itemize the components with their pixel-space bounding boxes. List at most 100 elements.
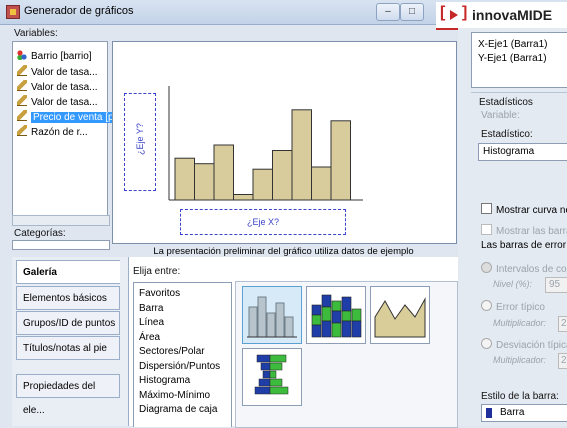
preview-bar — [233, 194, 254, 201]
std-dev-radio[interactable] — [481, 338, 492, 349]
x-axis-drop-zone[interactable]: ¿Eje X? — [180, 209, 346, 235]
y-axis-drop-zone[interactable]: ¿Eje Y? — [124, 93, 156, 191]
tab-titles-footnotes[interactable]: Títulos/notas al pie — [16, 336, 120, 360]
scale-icon — [17, 95, 27, 106]
axis-item-x[interactable]: X-Eje1 (Barra1) — [478, 39, 547, 50]
population-pyramid-thumb[interactable] — [242, 348, 302, 406]
chart-type-item[interactable]: Máximo-Mínimo — [139, 390, 210, 401]
chart-type-item[interactable]: Diagrama de caja — [139, 404, 217, 415]
variable-label: Valor de tasa... — [31, 67, 98, 78]
chart-type-item[interactable]: Sectores/Polar — [139, 346, 205, 357]
multiplier2-input[interactable]: 2 — [558, 353, 567, 369]
multiplier2-value: 2 — [561, 355, 567, 366]
window-title: Generador de gráficos — [24, 5, 134, 17]
statistics-header: Estadísticos — [479, 97, 533, 108]
scale-icon — [17, 110, 27, 121]
bar-style-swatch-icon — [486, 408, 492, 418]
level-input[interactable]: 95 — [545, 277, 567, 293]
ci-label: Intervalos de co — [496, 264, 567, 275]
preview-bar — [194, 163, 215, 201]
preview-bar — [252, 168, 273, 201]
bar-style-label: Estilo de la barra: — [481, 391, 559, 402]
variables-label: Variables: — [14, 28, 58, 39]
element-list[interactable]: X-Eje1 (Barra1) Y-Eje1 (Barra1) — [471, 32, 567, 88]
chart-type-item[interactable]: Barra — [139, 303, 163, 314]
variable-item[interactable]: Valor de tasa... — [17, 80, 98, 93]
divider — [471, 92, 567, 93]
chart-type-item[interactable]: Dispersión/Puntos — [139, 361, 220, 372]
tab-gallery[interactable]: Galería — [16, 260, 120, 284]
variable-item[interactable]: Valor de tasa... — [17, 95, 98, 108]
normal-curve-checkbox[interactable] — [481, 203, 492, 214]
variable-item[interactable]: Barrio [barrio] — [17, 50, 92, 63]
variable-item[interactable]: Valor de tasa... — [17, 65, 98, 78]
preview-bar — [174, 157, 195, 201]
statistic-label: Estadístico: — [481, 129, 533, 140]
normal-curve-label: Mostrar curva no — [496, 205, 567, 216]
variable-label: Razón de r... — [31, 127, 88, 138]
variables-scrollbar[interactable] — [12, 215, 110, 226]
innovamide-logo: [ ] innovaMIDE — [436, 2, 567, 30]
bar-style-select[interactable]: Barra — [481, 404, 567, 422]
y-axis-drop-label: ¿Eje Y? — [135, 123, 145, 155]
logo-name: innovaMIDE — [472, 7, 553, 23]
statistic-select[interactable]: Histograma — [478, 143, 567, 161]
categories-list[interactable] — [12, 240, 110, 250]
std-error-label: Error típico — [496, 302, 545, 313]
tab-basic-elements[interactable]: Elementos básicos — [16, 286, 120, 310]
chart-type-item[interactable]: Área — [139, 332, 160, 343]
variable-label: Valor de tasa... — [31, 97, 98, 108]
histogram-simple-thumb[interactable] — [242, 286, 302, 344]
axis-item-y[interactable]: Y-Eje1 (Barra1) — [478, 53, 547, 64]
histogram-stacked-thumb[interactable] — [306, 286, 366, 344]
play-icon — [450, 10, 458, 20]
chart-type-item[interactable]: Línea — [139, 317, 164, 328]
scale-icon — [17, 65, 27, 76]
nominal-icon — [17, 50, 27, 60]
preview-bar — [213, 144, 234, 201]
chart-type-item[interactable]: Histograma — [139, 375, 190, 386]
variable-label: Variable: — [481, 110, 520, 121]
variable-label: Barrio [barrio] — [31, 51, 92, 62]
frequency-polygon-icon — [374, 297, 426, 338]
variable-item[interactable]: Razón de r... — [17, 125, 88, 138]
multiplier-input[interactable]: 2 — [558, 316, 567, 332]
preview-bar — [272, 150, 293, 201]
preview-bar — [311, 166, 332, 201]
error-bars-option[interactable]: Mostrar las barra — [481, 224, 567, 237]
frequency-polygon-thumb[interactable] — [370, 286, 430, 344]
level-value: 95 — [549, 279, 561, 290]
tab-element-properties[interactable]: Propiedades del ele... — [16, 374, 120, 416]
std-error-option[interactable]: Error típico — [481, 300, 545, 313]
minimize-button[interactable]: – — [376, 3, 400, 21]
preview-note: La presentación preliminar del gráfico u… — [153, 246, 414, 257]
multiplier-value: 2 — [561, 318, 567, 329]
logo-bracket-right: ] — [462, 4, 469, 21]
preview-bar — [291, 109, 312, 201]
ci-option[interactable]: Intervalos de co — [481, 262, 567, 275]
std-dev-option[interactable]: Desviación típica — [481, 338, 567, 351]
multiplier2-label: Multiplicador: — [493, 355, 547, 365]
ci-radio[interactable] — [481, 262, 492, 273]
normal-curve-option[interactable]: Mostrar curva no — [481, 203, 567, 216]
bar-style-value: Barra — [500, 407, 525, 418]
app-icon — [6, 5, 20, 19]
std-dev-label: Desviación típica — [496, 340, 567, 351]
scale-icon — [17, 125, 27, 136]
error-bars-checkbox[interactable] — [481, 224, 492, 235]
categories-label: Categorías: — [14, 228, 66, 239]
error-bars-label: Mostrar las barra — [496, 226, 567, 237]
choose-from-label: Elija entre: — [133, 266, 181, 277]
chart-type-list[interactable]: Favoritos Barra Línea Área Sectores/Polar Dis… — [133, 282, 232, 427]
logo-bracket-left: [ — [440, 4, 447, 21]
histogram-stacked-icon — [311, 294, 362, 338]
chart-type-item[interactable]: Favoritos — [139, 288, 180, 299]
preview-bar — [330, 120, 351, 201]
tab-groups-point-id[interactable]: Grupos/ID de puntos — [16, 311, 120, 335]
std-error-radio[interactable] — [481, 300, 492, 311]
variables-list[interactable]: Barrio [barrio] Valor de tasa... Valor de … — [12, 41, 141, 216]
chart-canvas[interactable]: ¿Eje Y? ¿Eje X? — [112, 41, 457, 244]
maximize-button[interactable]: □ — [400, 3, 424, 21]
histogram-simple-icon — [247, 296, 297, 338]
statistic-value: Histograma — [483, 146, 535, 157]
